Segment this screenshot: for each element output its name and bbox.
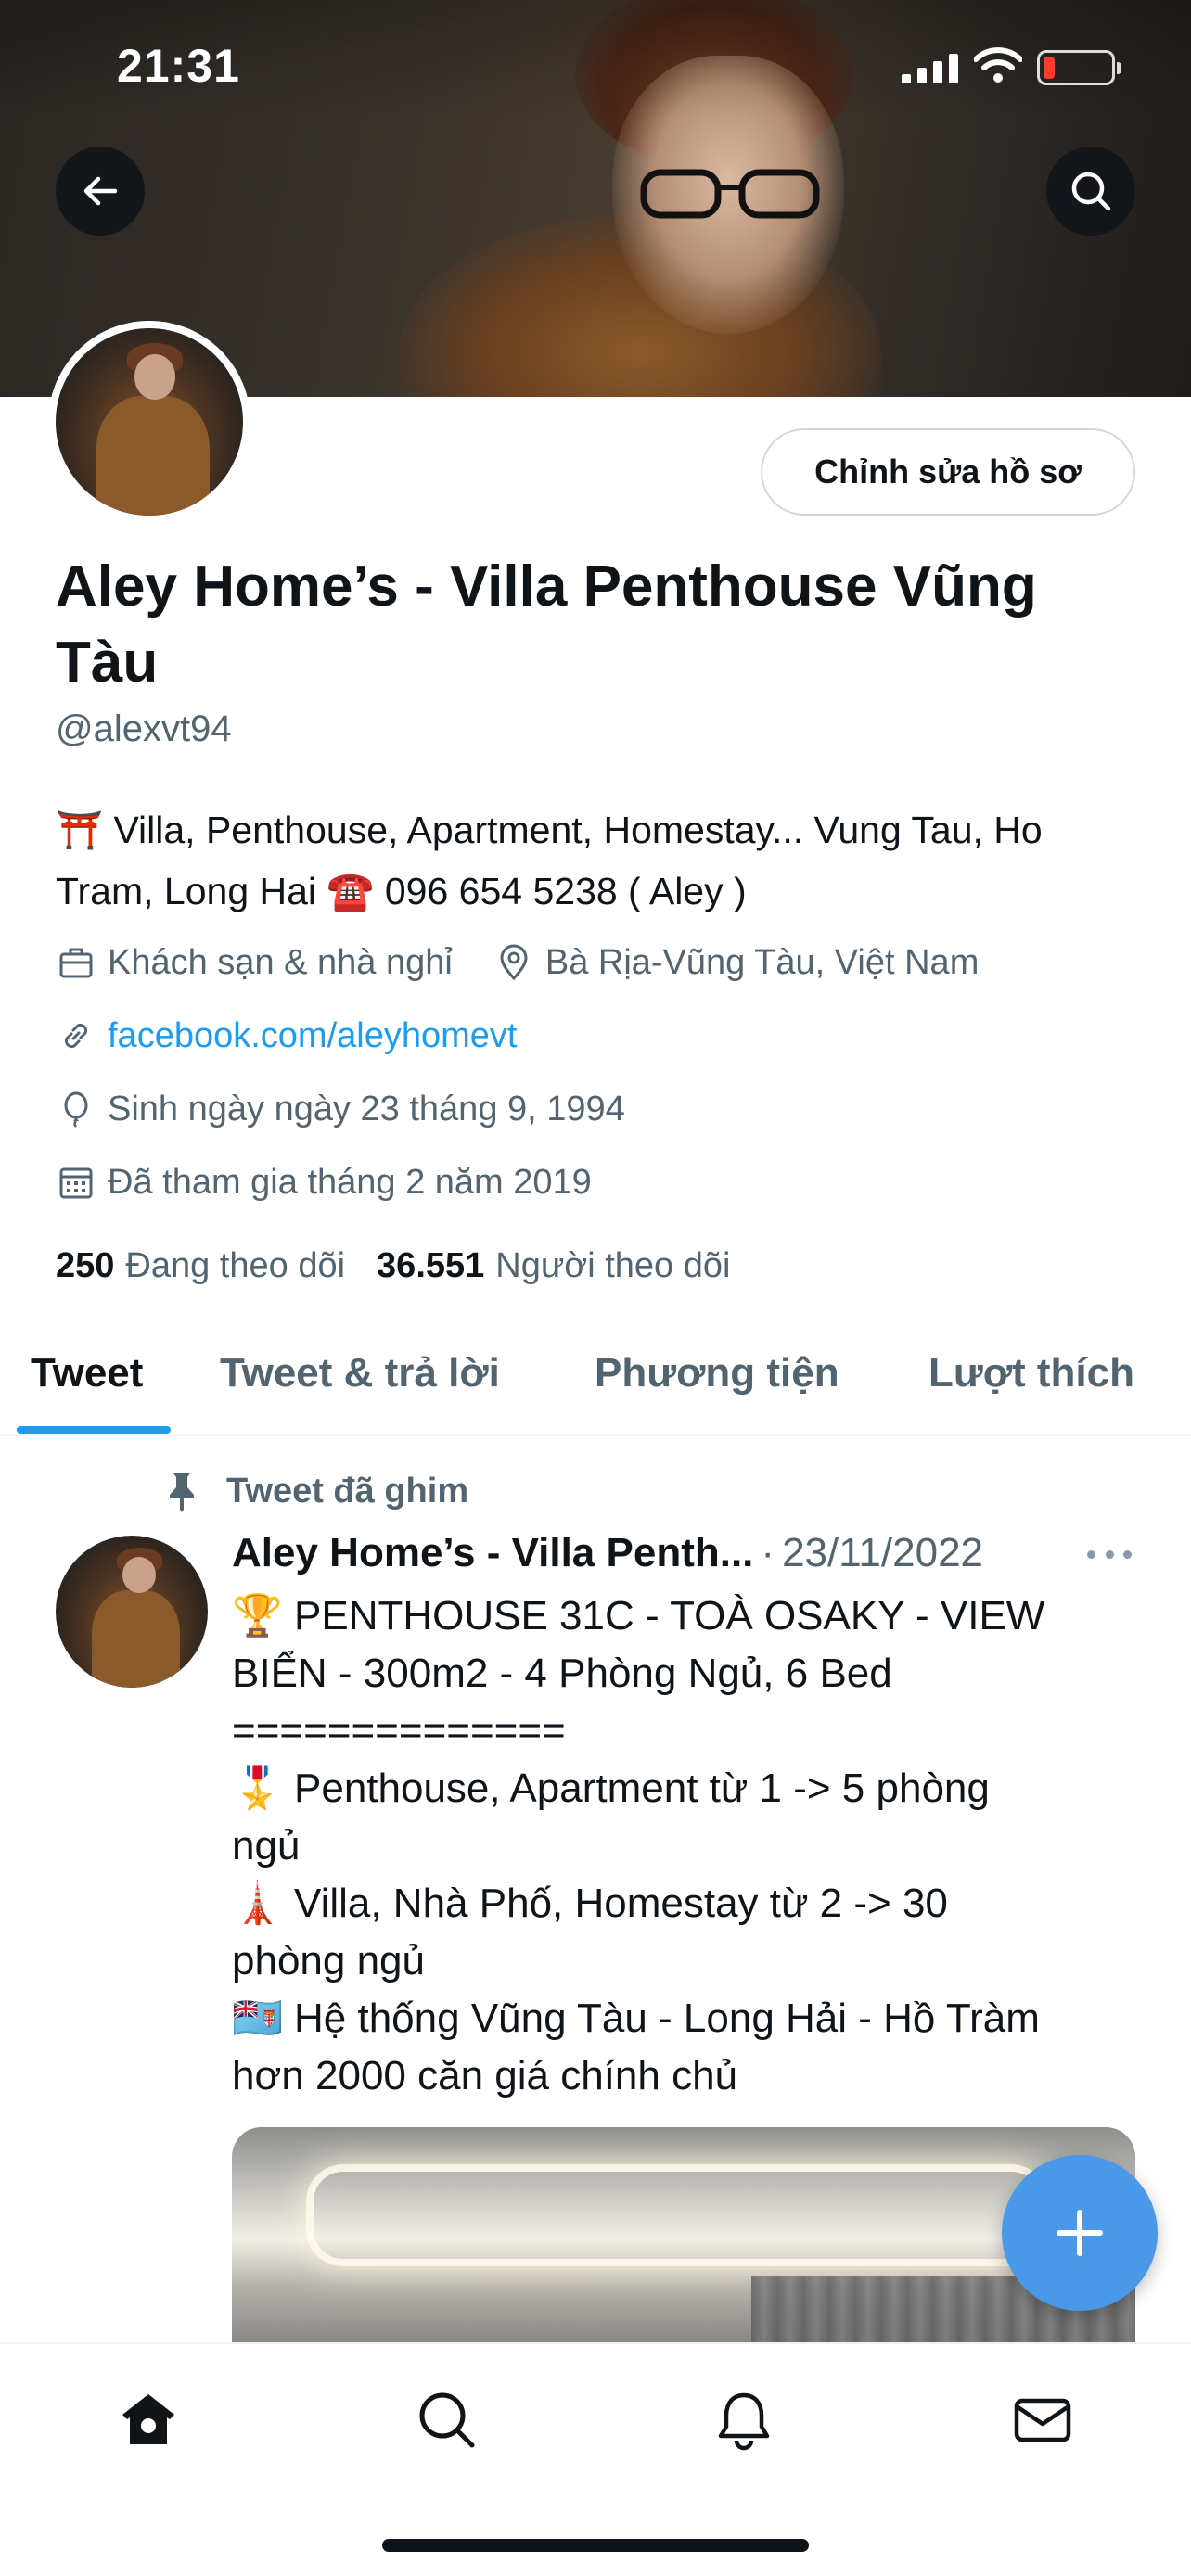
- wifi-icon: [974, 47, 1022, 83]
- location-pin-icon: [493, 942, 534, 983]
- followers-label: Người theo dõi: [495, 1246, 731, 1285]
- nav-home[interactable]: [111, 2383, 186, 2457]
- cellular-signal-icon: [902, 54, 958, 83]
- tweet-date[interactable]: 23/11/2022: [782, 1530, 983, 1576]
- status-bar: 21:31: [0, 0, 1191, 130]
- pinned-tweet-label: Tweet đã ghim: [160, 1469, 468, 1513]
- tab-tweets[interactable]: Tweet: [31, 1350, 143, 1396]
- bell-icon: [718, 2392, 770, 2451]
- profile-bio: ⛩️ Villa, Penthouse, Apartment, Homestay…: [56, 809, 1043, 912]
- plus-icon: [1057, 2210, 1103, 2256]
- following-label: Đang theo dõi: [125, 1246, 346, 1285]
- profile-website-link[interactable]: facebook.com/aleyhomevt: [108, 1016, 517, 1056]
- tweet-text: 🏆 PENTHOUSE 31C - TOÀ OSAKY - VIEW BIỂN …: [232, 1588, 1141, 2105]
- profile-name: Aley Home’s - Villa Penthouse Vũng Tàu: [56, 555, 1037, 695]
- pinned-label-text: Tweet đã ghim: [226, 1471, 469, 1511]
- profile-handle: @alexvt94: [56, 708, 232, 749]
- link-icon: [56, 1015, 96, 1056]
- calendar-icon: [56, 1162, 96, 1203]
- tab-media[interactable]: Phương tiện: [595, 1350, 839, 1396]
- search-button[interactable]: [1046, 147, 1135, 236]
- more-options-icon[interactable]: [1087, 1536, 1132, 1573]
- nav-messages[interactable]: [1005, 2383, 1080, 2457]
- tweet-line: ==============: [232, 1708, 566, 1753]
- profile-meta-birthday: Sinh ngày ngày 23 tháng 9, 1994: [56, 1089, 625, 1129]
- arrow-left-icon: [83, 176, 118, 206]
- briefcase-icon: [56, 942, 96, 983]
- profile-meta-category-location: Khách sạn & nhà nghỉ Bà Rịa-Vũng Tàu, Vi…: [56, 942, 979, 983]
- search-icon: [1071, 172, 1111, 211]
- compose-tweet-button[interactable]: [1002, 2155, 1158, 2311]
- tweet-line: 🇫🇯 Hệ thống Vũng Tàu - Long Hải - Hồ Trà…: [232, 1996, 1040, 2041]
- nav-notifications[interactable]: [707, 2383, 781, 2457]
- tweet-line: BIỂN - 300m2 - 4 Phòng Ngủ, 6 Bed: [232, 1651, 892, 1696]
- tweet-avatar[interactable]: [56, 1536, 208, 1688]
- tab-likes[interactable]: Lượt thích: [928, 1350, 1134, 1396]
- back-button[interactable]: [56, 147, 145, 236]
- following-count: 250: [56, 1246, 115, 1285]
- follow-counts: 250 Đang theo dõi 36.551 Người theo dõi: [56, 1246, 730, 1286]
- battery-icon: [1037, 50, 1121, 85]
- tweet-line: 🎖️ Penthouse, Apartment từ 1 -> 5 phòng: [232, 1766, 990, 1811]
- nav-search[interactable]: [410, 2383, 484, 2457]
- tweet-line: 🗼 Villa, Nhà Phố, Homestay từ 2 -> 30: [232, 1881, 948, 1926]
- tweet-header: Aley Home’s - Villa Penth... · 23/11/202…: [232, 1530, 1141, 1576]
- tweet-line: hơn 2000 căn giá chính chủ: [232, 2053, 738, 2098]
- profile-tabs: Tweet Tweet & trả lời Phương tiện Lượt t…: [0, 1326, 1191, 1435]
- tweet-line: 🏆 PENTHOUSE 31C - TOÀ OSAKY - VIEW: [232, 1593, 1045, 1639]
- home-indicator[interactable]: [382, 2539, 809, 2552]
- profile-meta-joined: Đã tham gia tháng 2 năm 2019: [56, 1162, 592, 1203]
- following-link[interactable]: 250 Đang theo dõi: [56, 1246, 345, 1286]
- edit-profile-button[interactable]: Chỉnh sửa hồ sơ: [761, 428, 1135, 516]
- mail-icon: [1014, 2398, 1071, 2442]
- profile-category: Khách sạn & nhà nghỉ: [108, 942, 453, 982]
- tweet-author[interactable]: Aley Home’s - Villa Penth...: [232, 1530, 753, 1576]
- home-icon: [122, 2394, 174, 2444]
- followers-count: 36.551: [377, 1246, 485, 1285]
- profile-meta-website: facebook.com/aleyhomevt: [56, 1015, 517, 1056]
- balloon-icon: [56, 1089, 96, 1129]
- followers-link[interactable]: 36.551 Người theo dõi: [377, 1246, 730, 1286]
- profile-location: Bà Rịa-Vũng Tàu, Việt Nam: [544, 942, 980, 982]
- status-time: 21:31: [117, 40, 240, 92]
- profile-birthday: Sinh ngày ngày 23 tháng 9, 1994: [108, 1089, 625, 1129]
- tab-tweets-replies[interactable]: Tweet & trả lời: [220, 1350, 500, 1396]
- tweet-line: phòng ngủ: [232, 1938, 425, 1983]
- tabs-divider: [0, 1435, 1191, 1436]
- profile-joined: Đã tham gia tháng 2 năm 2019: [108, 1162, 592, 1202]
- tweet-line: ngủ: [232, 1823, 301, 1868]
- profile-avatar[interactable]: [48, 321, 250, 523]
- active-tab-indicator: [17, 1426, 171, 1434]
- tweet-separator: ·: [761, 1530, 775, 1575]
- search-icon: [419, 2392, 475, 2448]
- pin-icon: [160, 1469, 204, 1513]
